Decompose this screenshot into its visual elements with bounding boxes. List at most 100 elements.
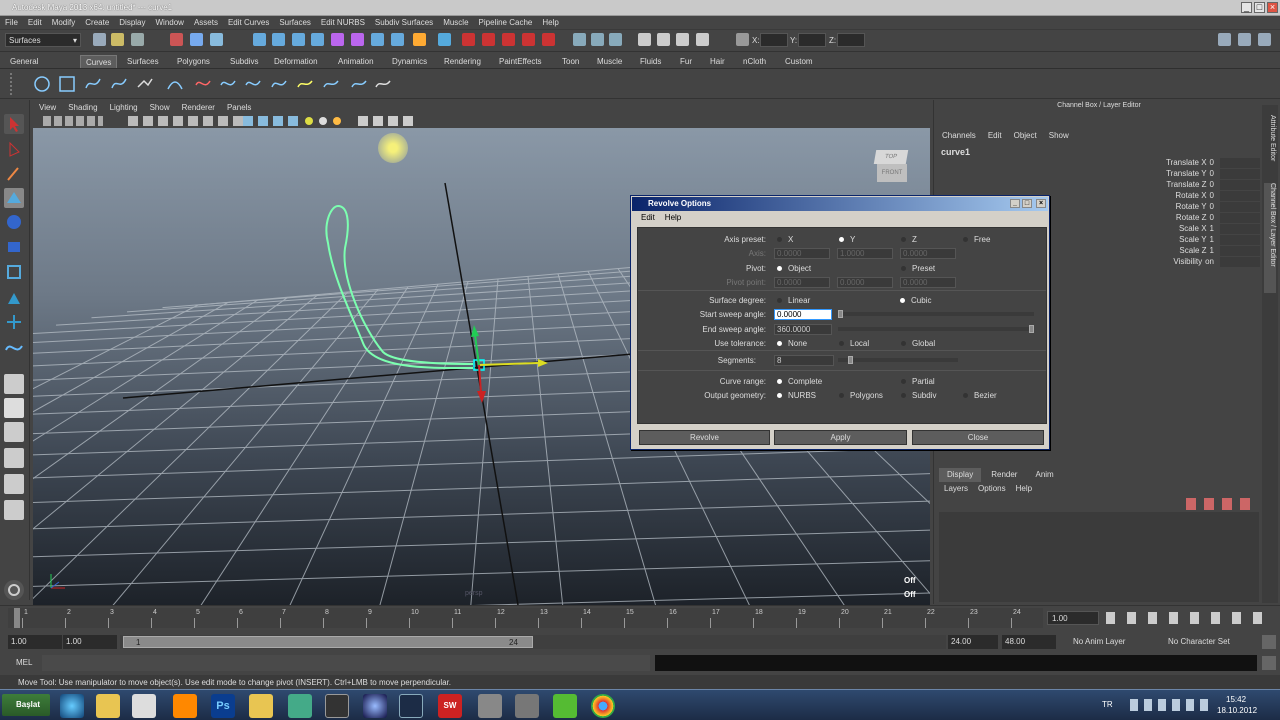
photoshop-icon[interactable]: Ps [211,694,235,718]
xray-icons[interactable] [358,116,418,126]
range-track[interactable]: 1 24 [120,635,946,649]
channel-menu-edit[interactable]: Edit [988,131,1002,140]
shelf-tab-toon[interactable]: Toon [557,55,584,68]
degree-linear-radio[interactable]: Linear [777,296,810,305]
shelf-tab-hair[interactable]: Hair [705,55,730,68]
dialog-close-button[interactable]: × [1036,199,1046,208]
app4-icon[interactable] [553,694,577,718]
scale-tool-icon[interactable] [4,236,24,256]
view-cube[interactable]: TOP FRONT [871,146,911,186]
shelf-tab-custom[interactable]: Custom [780,55,818,68]
revolve-button[interactable]: Revolve [639,430,770,445]
dialog-title-bar[interactable]: Revolve Options _ □ × [632,197,1048,211]
layer-list[interactable] [939,512,1259,602]
channel-box-tab[interactable]: Channel Box / Layer Editor [1264,183,1276,293]
shading-icons[interactable] [243,116,303,126]
viewport-menu-lighting[interactable]: Lighting [110,103,138,112]
shelf-tab-surfaces[interactable]: Surfaces [122,55,164,68]
layer-menu-help[interactable]: Help [1016,484,1032,493]
shelf-tab-fluids[interactable]: Fluids [635,55,666,68]
channel-attr-value[interactable]: 0 [1210,213,1214,222]
select-curves-icon[interactable] [292,33,305,46]
tolerance-local-radio[interactable]: Local [839,339,869,348]
pivot-preset-radio[interactable]: Preset [901,264,935,273]
maya-icon[interactable] [399,694,423,718]
menu-help[interactable]: Help [542,18,558,27]
channel-attr-field[interactable] [1220,246,1260,256]
menu-edit-nurbs[interactable]: Edit NURBS [321,18,365,27]
shelf-tab-fur[interactable]: Fur [675,55,697,68]
menu-subdiv-surfaces[interactable]: Subdiv Surfaces [375,18,433,27]
tolerance-none-radio[interactable]: None [777,339,807,348]
viewport-menu-renderer[interactable]: Renderer [182,103,215,112]
channel-attr-value[interactable]: 0 [1210,202,1214,211]
curve-editing-tool-icon[interactable] [374,75,392,93]
channel-attr-value[interactable]: 0 [1210,191,1214,200]
snap-point-icon[interactable] [502,33,515,46]
soft-modification-icon[interactable] [4,288,24,308]
select-surfaces-icon[interactable] [311,33,324,46]
end-sweep-slider[interactable] [838,325,1034,333]
view-cube-front[interactable]: FRONT [877,164,907,182]
attach-curves-icon[interactable] [194,75,212,93]
select-joints-icon[interactable] [272,33,285,46]
dialog-minimize-button[interactable]: _ [1010,199,1020,208]
segments-field[interactable]: 8 [774,355,834,366]
animation-end-field[interactable]: 48.00 [1002,635,1056,649]
highlight-selection-icon[interactable] [438,33,451,46]
end-sweep-field[interactable]: 360.0000 [774,324,832,335]
current-time-marker[interactable] [14,608,20,628]
pencil-curve-tool-icon[interactable] [136,75,154,93]
app3-icon[interactable] [515,694,539,718]
range-complete-radio[interactable]: Complete [777,377,822,386]
cv-curve-tool-icon[interactable] [84,75,102,93]
shelf-tab-polygons[interactable]: Polygons [172,55,215,68]
anim-layer-label[interactable]: No Anim Layer [1073,637,1125,646]
make-live-icon[interactable] [542,33,555,46]
open-scene-icon[interactable] [111,33,124,46]
channel-attr-field[interactable] [1220,202,1260,212]
segments-slider[interactable] [838,356,958,364]
layer-tab-display[interactable]: Display [939,468,982,482]
single-perspective-layout-icon[interactable] [4,374,24,394]
paint-select-tool-icon[interactable] [4,164,24,184]
viewport-menu-show[interactable]: Show [150,103,170,112]
rebuild-curve-icon[interactable] [322,75,340,93]
menu-modify[interactable]: Modify [52,18,76,27]
menu-display[interactable]: Display [119,18,145,27]
shelf-tab-ncloth[interactable]: nCloth [738,55,771,68]
channel-menu-object[interactable]: Object [1014,131,1037,140]
hypershade-layout-icon[interactable] [4,474,24,494]
shelf-tab-animation[interactable]: Animation [333,55,379,68]
input-ops-icon[interactable] [573,33,586,46]
close-button[interactable]: Close [912,430,1044,445]
move-manipulator[interactable] [453,323,553,403]
camera-tools-icon[interactable] [43,116,103,126]
new-scene-icon[interactable] [93,33,106,46]
menu-pipeline-cache[interactable]: Pipeline Cache [479,18,533,27]
channel-attr-value[interactable]: 1 [1210,235,1214,244]
shelf-menu-icon[interactable] [10,73,20,95]
attribute-editor-tab[interactable]: Attribute Editor [1264,115,1276,175]
minimize-button[interactable]: _ [1241,2,1252,13]
offset-curve-icon[interactable] [296,75,314,93]
shadows-icon[interactable] [319,117,327,125]
insert-knot-icon[interactable] [244,75,262,93]
render-current-frame-icon[interactable] [657,33,670,46]
dialog-menu-help[interactable]: Help [665,213,681,222]
tray-icons[interactable] [1130,699,1210,711]
channel-attr-field[interactable] [1220,235,1260,245]
layer-menu-layers[interactable]: Layers [944,484,968,493]
x-field[interactable] [760,33,788,47]
folder-icon[interactable] [249,694,273,718]
tools-icon[interactable] [478,694,502,718]
start-button[interactable]: Başlat [2,694,50,716]
menu-edit-curves[interactable]: Edit Curves [228,18,269,27]
ipr-render-icon[interactable] [676,33,689,46]
render-view-icon[interactable] [638,33,651,46]
apply-button[interactable]: Apply [774,430,907,445]
view-cube-top[interactable]: TOP [873,150,909,164]
ep-curve-tool-icon[interactable] [110,75,128,93]
shelf-tab-general[interactable]: General [5,55,43,68]
save-scene-icon[interactable] [131,33,144,46]
